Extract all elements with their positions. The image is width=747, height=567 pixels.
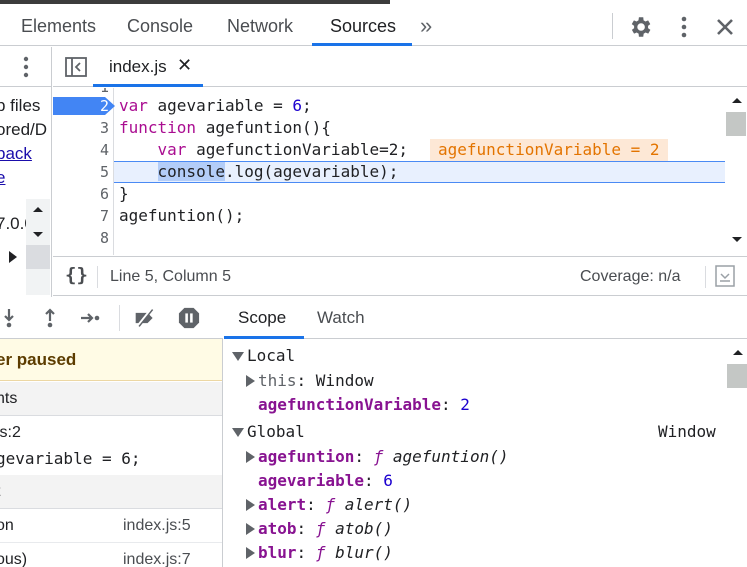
- code-line: var agefunctionVariable=2;: [157, 140, 408, 159]
- navigator-text: ored/D: [0, 120, 48, 139]
- line-number: 5: [99, 163, 109, 181]
- navigator-text: p files: [0, 96, 41, 115]
- devtools-tabbar: Elements Console Network Sources »: [0, 4, 747, 46]
- code-line: agefuntion();: [119, 206, 245, 225]
- breakpoint-code: gevariable = 6;: [0, 449, 141, 468]
- navigator-menu-icon[interactable]: [14, 55, 38, 79]
- expand-arrow-icon: [246, 499, 255, 511]
- cursor-position: Line 5, Column 5: [110, 268, 231, 285]
- step-out-icon[interactable]: [39, 307, 61, 329]
- call-frame[interactable]: on index.js:5: [0, 510, 222, 543]
- scope-item-global[interactable]: agevariable: 6: [258, 471, 393, 495]
- toolbar-divider: [612, 13, 613, 39]
- tab-watch[interactable]: Watch: [317, 308, 365, 328]
- expand-arrow-icon: [246, 451, 255, 463]
- expand-arrow-icon: [246, 547, 255, 559]
- code-editor[interactable]: 1 2 3 4 5 6 7 8 var agevariable = 6; fun…: [53, 88, 747, 255]
- code-line: function agefuntion(){: [119, 118, 331, 137]
- deactivate-breakpoints-icon[interactable]: [134, 307, 156, 329]
- expand-arrow-icon[interactable]: [8, 251, 18, 263]
- code-line: }: [119, 184, 129, 203]
- expand-arrow-icon: [246, 375, 255, 387]
- line-number: 1: [53, 88, 109, 96]
- navigator-link[interactable]: back: [0, 144, 32, 164]
- expand-arrow-icon: [246, 523, 255, 535]
- line-number: 6: [99, 185, 109, 203]
- line-number: 8: [99, 229, 109, 247]
- coverage-status: Coverage: n/a: [580, 268, 681, 285]
- code-line-current: console.log(agevariable);: [157, 162, 399, 181]
- tab-network[interactable]: Network: [227, 4, 293, 46]
- collapse-arrow-icon: [232, 352, 244, 361]
- breakpoint-location[interactable]: js:2: [0, 424, 21, 442]
- file-tab-label: index.js: [109, 57, 167, 76]
- debugger-sidebar: er paused nts js:2 gevariable = 6; t on …: [0, 339, 223, 567]
- gear-icon[interactable]: [627, 14, 653, 40]
- line-number: 3: [99, 119, 109, 137]
- active-tab-indicator: [312, 43, 412, 46]
- line-number: 4: [99, 141, 109, 159]
- scope-panel: Local this: Window agefunctionVariable: …: [224, 340, 747, 567]
- active-tab-indicator: [224, 336, 304, 339]
- scope-item-local-var[interactable]: agefunctionVariable: 2: [258, 395, 470, 419]
- callstack-section-header[interactable]: t: [0, 475, 222, 509]
- inline-variable-value: agefunctionVariable = 2: [430, 139, 668, 161]
- kebab-menu-icon[interactable]: [672, 14, 696, 40]
- tab-elements[interactable]: Elements: [21, 4, 96, 46]
- toggle-navigator-icon[interactable]: [65, 57, 87, 77]
- navigator-scrollbar[interactable]: [26, 199, 50, 295]
- editor-scrollbar[interactable]: [725, 88, 747, 255]
- call-frame[interactable]: ous) index.js:7: [0, 544, 222, 567]
- editor-statusbar: {} Line 5, Column 5 Coverage: n/a: [53, 256, 747, 296]
- step-icon[interactable]: [79, 307, 101, 329]
- scope-global-value: Window: [658, 422, 716, 441]
- collapse-arrow-icon: [232, 428, 244, 437]
- file-navigator-panel: p files ored/D back e 7.0.0: [0, 47, 52, 297]
- line-number: 2: [99, 97, 109, 115]
- coverage-icon[interactable]: [715, 265, 735, 287]
- scope-watch-tabbar: Scope Watch: [224, 297, 747, 339]
- close-icon[interactable]: [712, 14, 738, 40]
- tab-scope[interactable]: Scope: [238, 308, 286, 328]
- code-line: var agevariable = 6;: [119, 96, 312, 115]
- pause-on-exceptions-icon[interactable]: [178, 307, 200, 329]
- debugger-toolbar: [0, 297, 223, 339]
- close-icon[interactable]: ✕: [177, 55, 192, 76]
- breakpoints-section-header[interactable]: nts: [0, 382, 222, 416]
- navigator-link[interactable]: e: [0, 168, 5, 188]
- tab-console[interactable]: Console: [127, 4, 193, 46]
- pretty-print-button[interactable]: {}: [65, 264, 88, 286]
- more-tabs-button[interactable]: »: [420, 8, 432, 44]
- scope-scrollbar[interactable]: [726, 340, 747, 567]
- paused-banner: er paused: [0, 339, 222, 381]
- editor-tabbar: index.js ✕: [53, 47, 747, 87]
- line-gutter[interactable]: 1 2 3 4 5 6 7 8: [53, 88, 115, 255]
- line-number: 7: [99, 207, 109, 225]
- tab-sources[interactable]: Sources: [330, 4, 396, 46]
- step-into-icon[interactable]: [0, 307, 20, 329]
- file-tab-index-js[interactable]: index.js ✕: [93, 47, 203, 87]
